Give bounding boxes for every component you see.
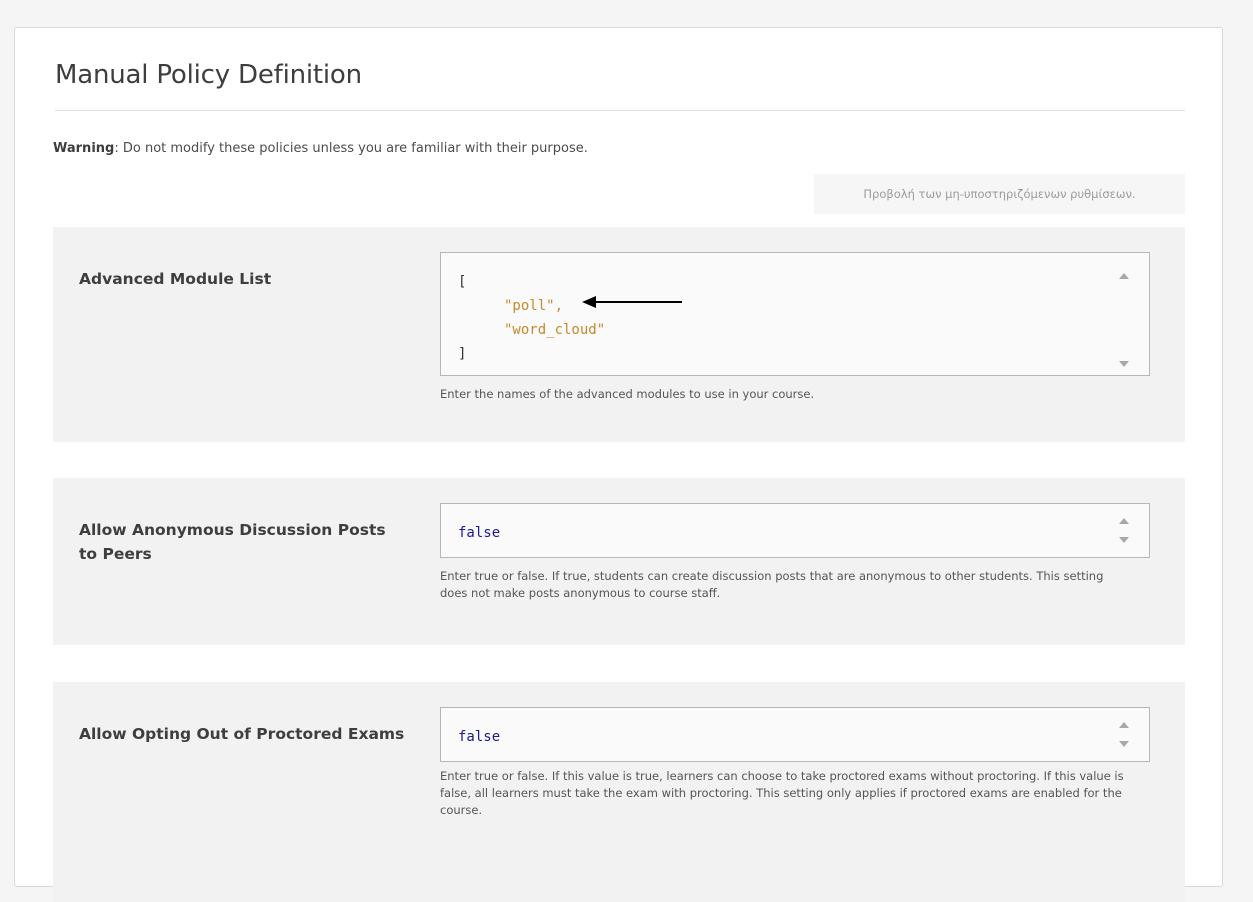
- code-line: false: [458, 729, 501, 745]
- setting-advanced-module-list: Advanced Module List [ "poll", "word_clo…: [53, 227, 1185, 442]
- warning-message: Warning: Do not modify these policies un…: [53, 141, 588, 156]
- chevron-down-icon[interactable]: [1119, 361, 1129, 367]
- show-deprecated-settings-button[interactable]: Προβολή των μη-υποστηριζόμενων ρυθμίσεων…: [814, 174, 1185, 214]
- warning-text: : Do not modify these policies unless yo…: [114, 141, 588, 156]
- chevron-up-icon[interactable]: [1119, 518, 1129, 524]
- setting-label: Advanced Module List: [79, 270, 272, 288]
- code-line: "poll",: [504, 298, 564, 314]
- chevron-down-icon[interactable]: [1119, 537, 1129, 543]
- setting-help-text: Enter the names of the advanced modules …: [440, 387, 815, 401]
- setting-help-text: Enter true or false. If true, students c…: [440, 569, 1104, 600]
- code-line: false: [458, 525, 501, 541]
- code-line: [: [458, 274, 467, 290]
- code-line: ]: [458, 346, 467, 362]
- advanced-module-list-editor[interactable]: [ "poll", "word_cloud" ]: [440, 252, 1150, 376]
- page-title: Manual Policy Definition: [55, 60, 362, 90]
- setting-allow-anonymous-discussion-posts: Allow Anonymous Discussion Posts to Peer…: [53, 478, 1185, 645]
- policy-panel: Manual Policy Definition Warning: Do not…: [14, 27, 1223, 902]
- chevron-up-icon[interactable]: [1119, 722, 1129, 728]
- setting-label: Allow Anonymous Discussion Posts to Peer…: [79, 521, 386, 563]
- setting-label: Allow Opting Out of Proctored Exams: [79, 725, 405, 743]
- warning-label: Warning: [53, 141, 115, 156]
- chevron-down-icon[interactable]: [1119, 741, 1129, 747]
- allow-opting-out-editor[interactable]: false: [440, 707, 1150, 762]
- allow-anonymous-posts-editor[interactable]: false: [440, 503, 1150, 558]
- left-arrow-icon: [582, 296, 682, 308]
- title-divider: [55, 110, 1185, 111]
- code-line: "word_cloud": [504, 322, 606, 338]
- setting-help-text: Enter true or false. If this value is tr…: [440, 769, 1124, 817]
- chevron-up-icon[interactable]: [1119, 273, 1129, 279]
- setting-allow-opting-out-of-proctored-exams: Allow Opting Out of Proctored Exams fals…: [53, 682, 1185, 902]
